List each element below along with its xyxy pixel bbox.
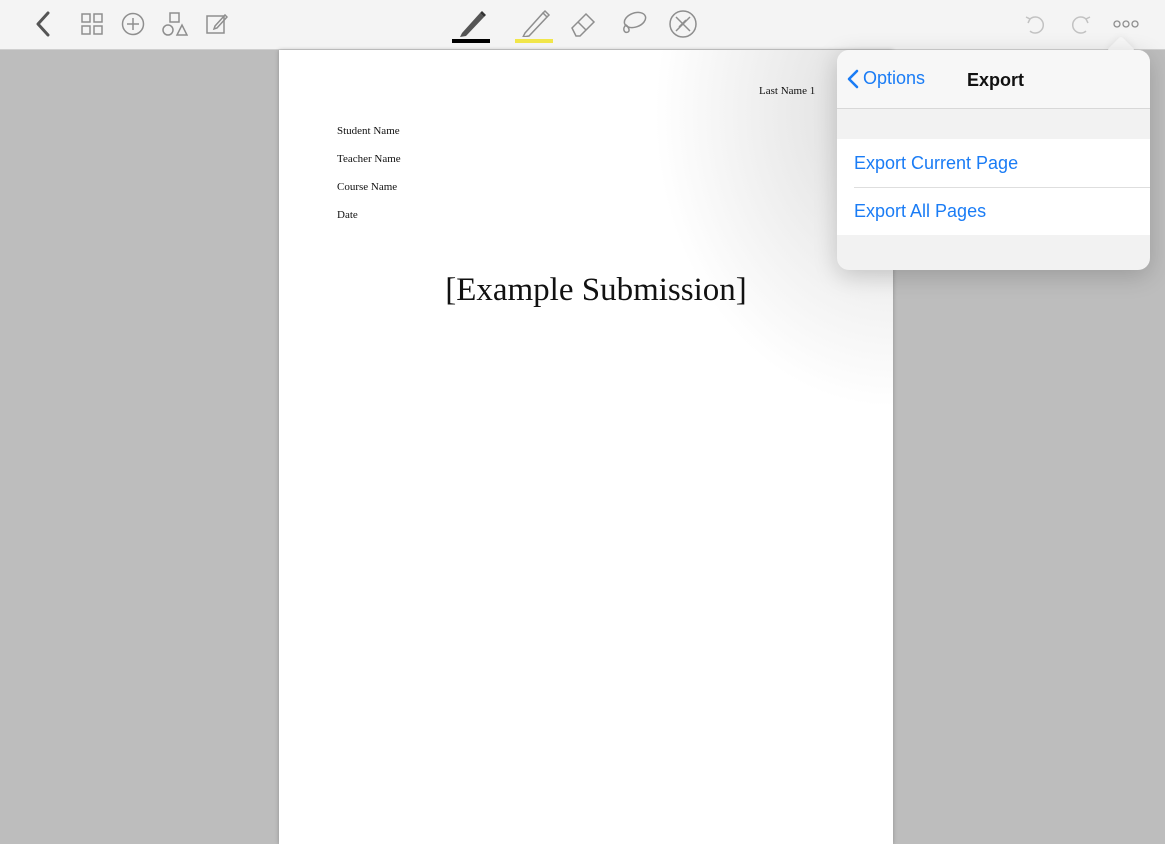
back-chevron-icon[interactable] [30, 6, 56, 42]
pen-color-swatch [452, 39, 490, 43]
undo-icon[interactable] [1022, 6, 1048, 42]
grid-icon[interactable] [80, 6, 104, 42]
popover-title: Export [967, 70, 1025, 90]
running-header: Last Name 1 [759, 85, 816, 97]
lasso-icon[interactable] [616, 6, 650, 42]
edit-note-icon[interactable] [205, 6, 229, 42]
student-name-line: Student Name [337, 125, 400, 137]
teacher-name-line: Teacher Name [337, 153, 401, 165]
document-title: [Example Submission] [445, 272, 747, 308]
highlighter-icon[interactable] [514, 4, 554, 46]
more-icon[interactable] [1110, 6, 1142, 42]
export-all-pages-item[interactable]: Export All Pages [837, 187, 1150, 235]
top-toolbar [0, 0, 1165, 50]
course-name-line: Course Name [337, 181, 398, 193]
shapes-icon[interactable] [162, 6, 188, 42]
document-page: Last Name 1 Student Name Teacher Name Co… [279, 50, 893, 844]
popover-header: Options Export [837, 50, 1150, 109]
export-current-page-item[interactable]: Export Current Page [837, 139, 1150, 187]
export-popover: Options Export Export Current Page Expor… [837, 50, 1150, 270]
page-shading [279, 50, 893, 844]
eraser-icon[interactable] [566, 6, 600, 42]
redo-icon[interactable] [1068, 6, 1094, 42]
pen-icon[interactable] [451, 4, 491, 46]
export-options-list: Export Current Page Export All Pages [837, 139, 1150, 235]
chevron-left-icon [847, 69, 859, 88]
date-line: Date [337, 209, 358, 221]
highlighter-color-swatch [515, 39, 553, 43]
back-label: Options [863, 68, 926, 88]
back-to-options-button[interactable]: Options [847, 68, 925, 89]
close-circle-icon[interactable] [666, 6, 700, 42]
add-circle-icon[interactable] [120, 6, 146, 42]
